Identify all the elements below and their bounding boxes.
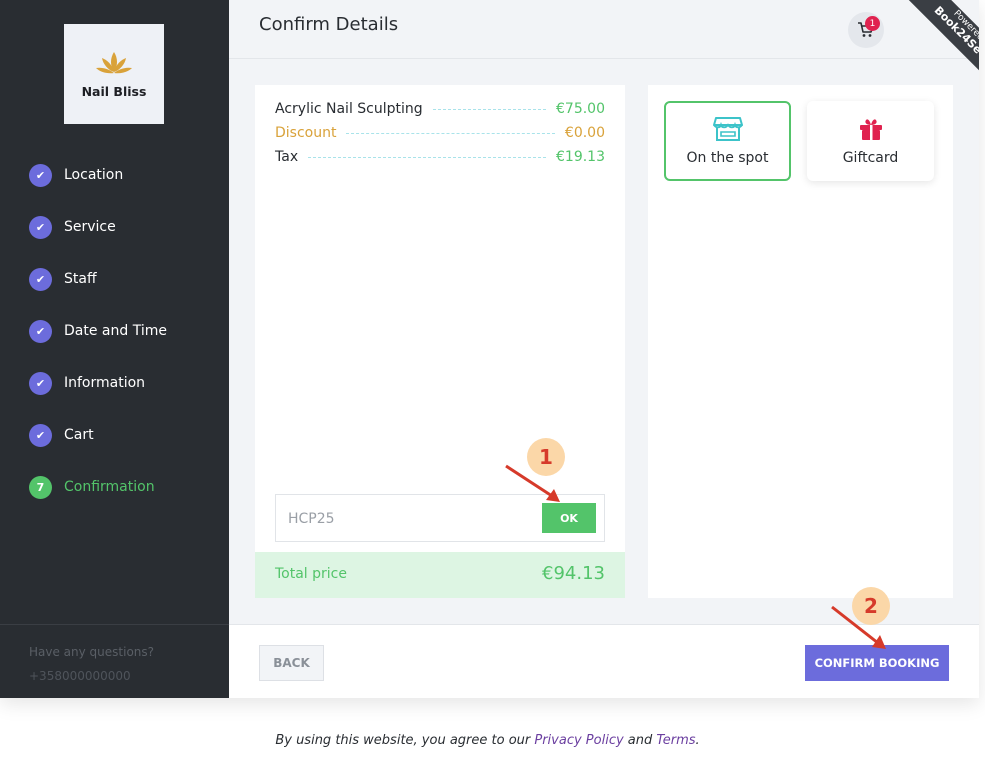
booking-app: Nail Bliss ✔ Location ✔ Service ✔ Staff … bbox=[0, 0, 979, 698]
page-title: Confirm Details bbox=[259, 14, 399, 35]
line-price: €75.00 bbox=[556, 101, 605, 117]
terms-link[interactable]: Terms bbox=[656, 733, 695, 748]
payment-giftcard[interactable]: Giftcard bbox=[807, 101, 934, 181]
summary-line-discount: Discount €0.00 bbox=[275, 125, 605, 141]
check-icon: ✔ bbox=[29, 371, 52, 395]
total-label: Total price bbox=[275, 566, 347, 582]
step-label: Cart bbox=[64, 427, 94, 443]
payment-on-the-spot[interactable]: On the spot bbox=[664, 101, 791, 181]
step-number: 7 bbox=[29, 475, 52, 499]
line-leader bbox=[308, 156, 546, 158]
step-label: Staff bbox=[64, 271, 97, 287]
line-price: €19.13 bbox=[556, 149, 605, 165]
step-service[interactable]: ✔ Service bbox=[29, 214, 116, 240]
step-cart[interactable]: ✔ Cart bbox=[29, 422, 94, 448]
total-value: €94.13 bbox=[542, 563, 605, 584]
cart-count-badge: 1 bbox=[865, 16, 880, 31]
privacy-policy-link[interactable]: Privacy Policy bbox=[534, 733, 623, 748]
line-label: Discount bbox=[275, 125, 337, 141]
line-price: €0.00 bbox=[564, 125, 605, 141]
step-confirmation[interactable]: 7 Confirmation bbox=[29, 474, 155, 500]
step-staff[interactable]: ✔ Staff bbox=[29, 266, 97, 292]
order-summary: Acrylic Nail Sculpting €75.00 Discount €… bbox=[255, 85, 625, 598]
payment-methods: On the spot Giftcard bbox=[648, 85, 953, 598]
business-logo: Nail Bliss bbox=[64, 24, 164, 124]
terms-notice: By using this website, you agree to our … bbox=[0, 733, 975, 748]
line-label: Acrylic Nail Sculpting bbox=[275, 101, 423, 117]
payment-label: On the spot bbox=[686, 150, 769, 166]
step-date-time[interactable]: ✔ Date and Time bbox=[29, 318, 167, 344]
check-icon: ✔ bbox=[29, 267, 52, 291]
check-icon: ✔ bbox=[29, 215, 52, 239]
sidebar-contact: Have any questions? +358000000000 bbox=[0, 624, 229, 698]
step-location[interactable]: ✔ Location bbox=[29, 162, 123, 188]
terms-prefix: By using this website, you agree to our bbox=[275, 733, 535, 748]
business-name: Nail Bliss bbox=[81, 83, 147, 99]
arrow-2-icon bbox=[831, 605, 886, 649]
payment-label: Giftcard bbox=[842, 150, 899, 166]
step-label: Confirmation bbox=[64, 479, 155, 495]
terms-suffix: . bbox=[695, 733, 700, 748]
check-icon: ✔ bbox=[29, 319, 52, 343]
lotus-icon bbox=[96, 51, 132, 73]
step-label: Date and Time bbox=[64, 323, 167, 339]
line-leader bbox=[432, 108, 546, 110]
help-phone[interactable]: +358000000000 bbox=[29, 669, 131, 683]
line-leader bbox=[346, 132, 555, 134]
apply-coupon-button[interactable]: OK bbox=[542, 503, 596, 533]
ribbon-brand: Book24Seven bbox=[931, 4, 979, 73]
gift-icon bbox=[859, 119, 882, 140]
step-label: Information bbox=[64, 375, 146, 391]
sidebar: Nail Bliss ✔ Location ✔ Service ✔ Staff … bbox=[0, 0, 229, 698]
arrow-1-icon bbox=[505, 464, 560, 502]
step-label: Service bbox=[64, 219, 116, 235]
store-icon bbox=[712, 117, 743, 141]
header: Confirm Details 1 Powered by Book24Seven bbox=[229, 0, 979, 98]
total-price-bar: Total price €94.13 bbox=[255, 552, 625, 598]
line-label: Tax bbox=[275, 149, 299, 165]
back-button[interactable]: BACK bbox=[259, 645, 324, 681]
summary-line-tax: Tax €19.13 bbox=[275, 149, 605, 165]
summary-line-service: Acrylic Nail Sculpting €75.00 bbox=[275, 101, 605, 117]
check-icon: ✔ bbox=[29, 423, 52, 447]
check-icon: ✔ bbox=[29, 163, 52, 187]
help-question: Have any questions? bbox=[29, 645, 155, 659]
step-label: Location bbox=[64, 167, 124, 183]
coupon-input[interactable] bbox=[288, 507, 528, 531]
step-information[interactable]: ✔ Information bbox=[29, 370, 145, 396]
terms-and: and bbox=[623, 733, 657, 748]
